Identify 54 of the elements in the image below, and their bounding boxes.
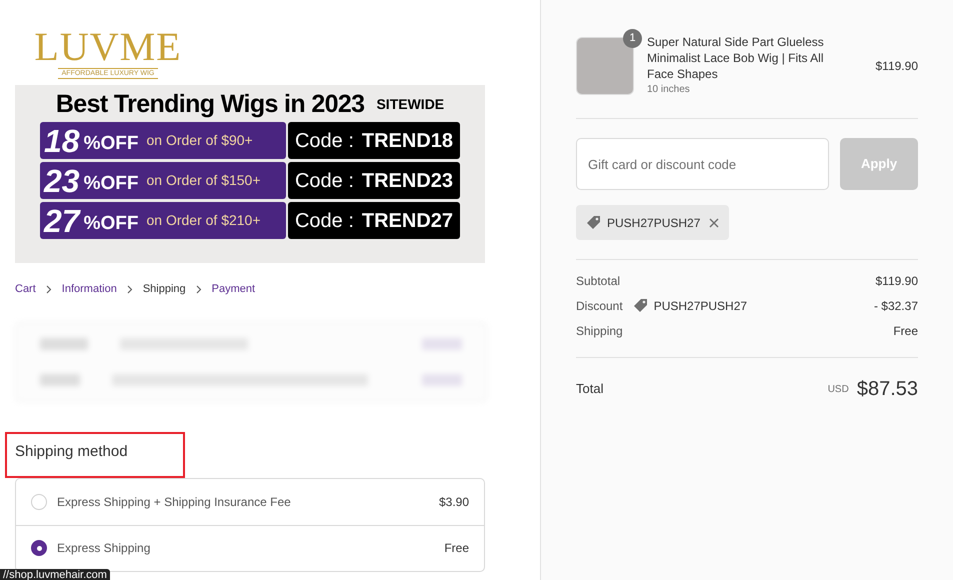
breadcrumb-link[interactable]: Information <box>62 281 117 298</box>
breadcrumb-link[interactable]: Shipping <box>142 281 186 298</box>
chevron-right-icon <box>46 284 52 294</box>
breadcrumb-link[interactable]: Cart <box>15 281 36 298</box>
summary-value: - $32.37 <box>874 298 918 315</box>
status-url-tooltip: //shop.luvmehair.com <box>0 569 110 580</box>
currency-code: USD <box>828 382 849 396</box>
offer-percent: 23 <box>44 164 80 196</box>
summary-value: $119.90 <box>876 273 918 290</box>
section-heading: Shipping method <box>15 442 128 460</box>
tag-icon <box>586 214 602 230</box>
promo-banner[interactable]: Best Trending Wigs in 2023 SITEWIDE 18%OFF on Order of $90+ Code : TREND18 23%OFF on Order of $150+ Code : TREND23 27%OFF on Order of $210+ Code : TREND27 <box>15 85 485 263</box>
product-variant: 10 inches <box>647 83 691 97</box>
banner-title: Best Trending Wigs in 2023 <box>56 89 364 119</box>
discount-code-field[interactable]: Gift card or discount code <box>576 138 829 190</box>
summary-value: Free <box>893 323 918 340</box>
summary-label: Subtotal <box>576 273 620 290</box>
summary-label: Shipping <box>576 323 623 340</box>
offer-off: %OFF <box>84 172 138 196</box>
offer-off: %OFF <box>84 132 138 156</box>
coupon-code: TREND23 <box>362 168 454 194</box>
discount-code: PUSH27PUSH27 <box>654 298 748 315</box>
offer-condition: on Order of $90+ <box>146 131 253 150</box>
option-price: Free <box>444 540 469 557</box>
total-label: Total <box>576 380 604 398</box>
radio-button[interactable] <box>31 540 47 556</box>
coupon-label: Code : <box>294 168 354 194</box>
option-label: Express Shipping + Shipping Insurance Fee <box>57 494 291 510</box>
offer-off: %OFF <box>84 212 138 236</box>
offer-condition: on Order of $150+ <box>146 171 261 190</box>
summary-label: Discount <box>576 298 623 315</box>
breadcrumb-link[interactable]: Payment <box>212 281 256 298</box>
discount-code: PUSH27PUSH27 <box>607 214 700 232</box>
banner-subtitle: SITEWIDE <box>376 95 444 114</box>
radio-button[interactable] <box>31 494 47 510</box>
chevron-right-icon <box>126 284 133 294</box>
offer-percent: 18 <box>44 124 80 156</box>
product-price: $119.90 <box>876 58 918 74</box>
coupon-code: TREND27 <box>362 208 454 234</box>
offer-condition: on Order of $210+ <box>146 211 261 230</box>
offer-percent: 27 <box>44 204 80 236</box>
quantity-badge: 1 <box>623 28 642 48</box>
tag-icon <box>632 298 649 314</box>
option-price: $3.90 <box>438 494 469 510</box>
chevron-right-icon <box>196 284 202 294</box>
coupon-label: Code : <box>294 128 354 154</box>
shipping-option[interactable]: Express Shipping + Shipping Insurance Fee $3.90 <box>16 478 484 524</box>
logo-wordmark: LUVME <box>34 26 182 68</box>
product-name: Super Natural Side Part Glueless Minimalist Lace Bob Wig | Fits All Face Shapes <box>647 34 825 82</box>
total-amount: $87.53 <box>856 377 918 402</box>
coupon-label: Code : <box>294 208 354 234</box>
option-label: Express Shipping <box>57 540 150 557</box>
coupon-code: TREND18 <box>362 128 454 154</box>
close-icon[interactable] <box>709 218 720 228</box>
